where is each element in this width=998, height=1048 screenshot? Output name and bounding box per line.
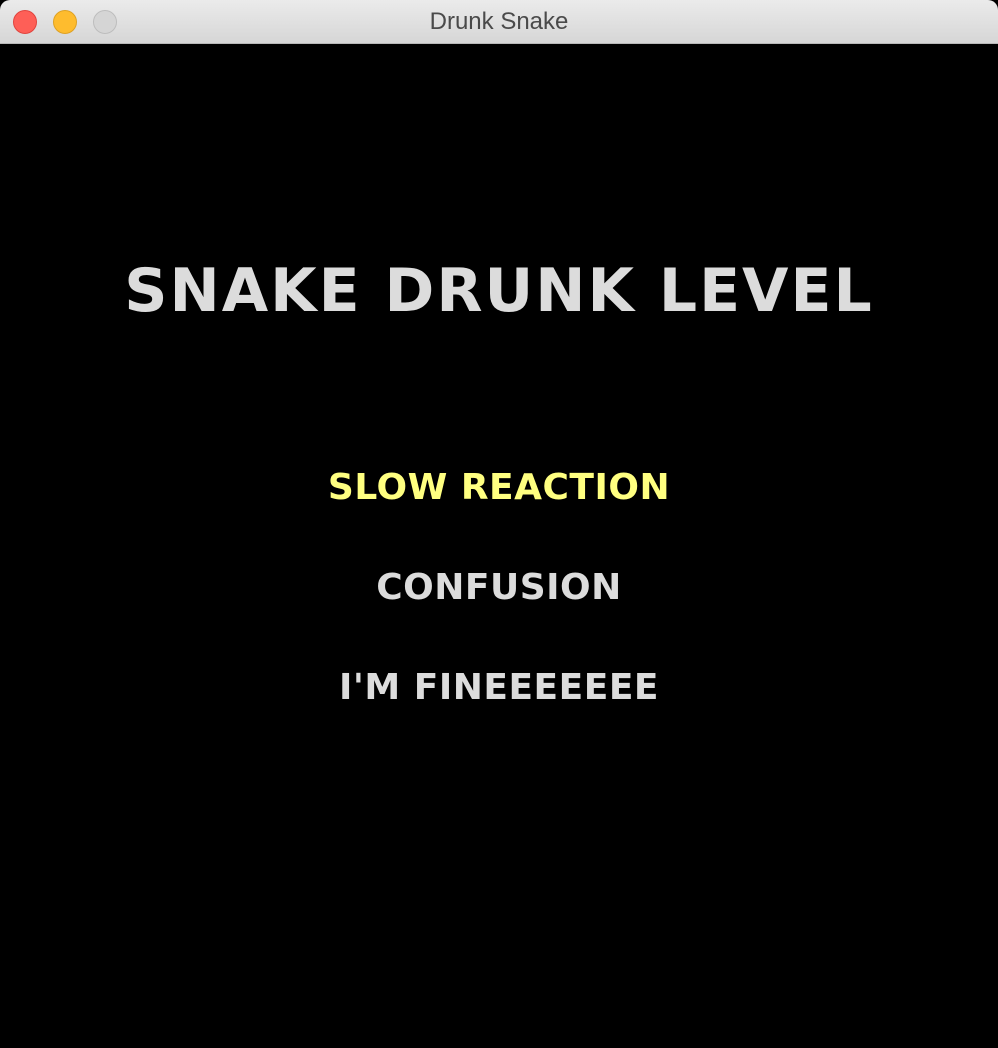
game-canvas[interactable]: SNAKE DRUNK LEVEL SLOW REACTION CONFUSIO…	[0, 44, 998, 1048]
menu-option-confusion[interactable]: CONFUSION	[0, 567, 998, 608]
menu-option-slow-reaction[interactable]: SLOW REACTION	[0, 467, 998, 508]
menu-heading: SNAKE DRUNK LEVEL	[124, 256, 874, 326]
game-window: Drunk Snake SNAKE DRUNK LEVEL SLOW REACT…	[0, 0, 998, 1048]
menu-option-im-fine[interactable]: I'M FINEEEEEEE	[0, 667, 998, 708]
window-title: Drunk Snake	[429, 8, 569, 35]
title-bar[interactable]: Drunk Snake	[0, 0, 998, 44]
